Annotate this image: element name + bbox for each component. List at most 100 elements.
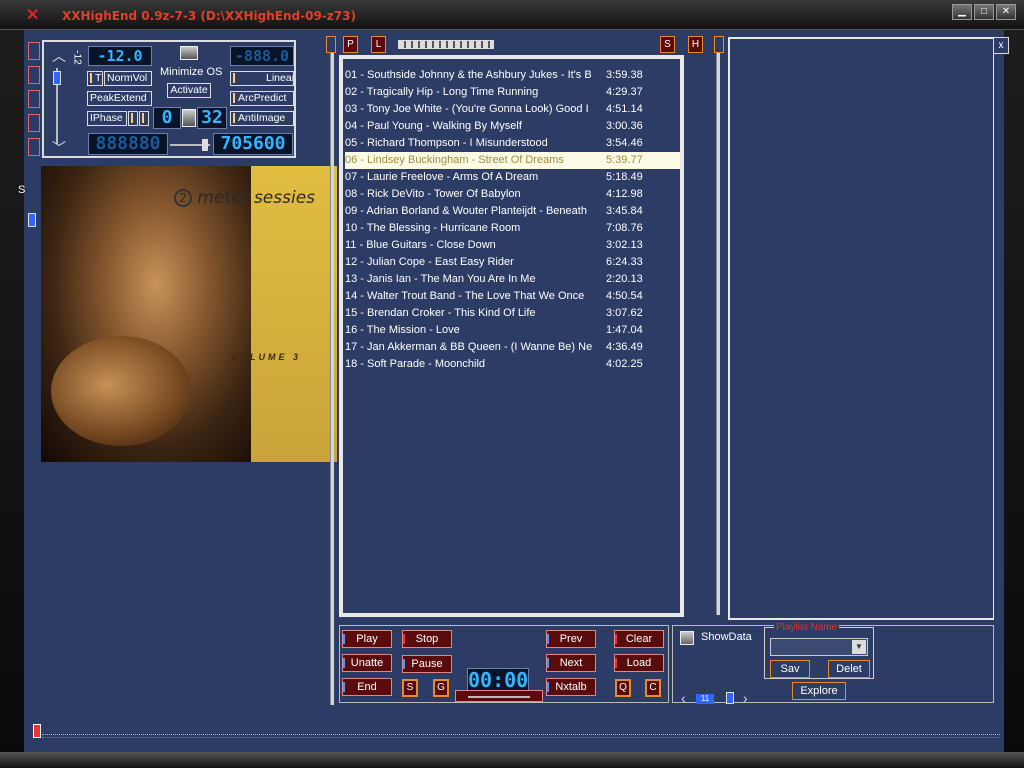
showdata-checkbox[interactable] (680, 631, 694, 645)
play-button[interactable]: Play (342, 630, 392, 648)
delete-button[interactable]: Delet (828, 660, 870, 678)
playlist-track-row[interactable]: 10 - The Blessing - Hurricane Room 7:08.7… (345, 220, 680, 237)
playlist-track-row[interactable]: 06 - Lindsey Buckingham - Street Of Drea… (345, 152, 680, 169)
playlist-track-row[interactable]: 08 - Rick DeVito - Tower Of Babylon 4:12.… (345, 186, 680, 203)
left-stub[interactable] (28, 90, 40, 108)
g-square-button[interactable]: G (433, 679, 449, 697)
seek-track[interactable] (42, 734, 1000, 738)
iphase-toggle[interactable]: IPhase (87, 111, 127, 126)
playlist-track-row[interactable]: 14 - Walter Trout Band - The Love That W… (345, 288, 680, 305)
chevron-left-icon[interactable]: ‹ (681, 690, 686, 706)
unattended-button[interactable]: Unatte (342, 654, 392, 672)
track-duration: 6:24.33 (606, 256, 643, 268)
track-duration: 3:45.84 (606, 205, 643, 217)
playlist-name-select[interactable]: ▼ (770, 638, 868, 656)
volume-slider[interactable]: ︿ ﹀ (50, 46, 66, 156)
left-splitter[interactable] (330, 40, 334, 705)
playlist-track-row[interactable]: 01 - Southside Johnny & the Ashbury Juke… (345, 67, 680, 84)
track-name: 09 - Adrian Borland & Wouter Planteijdt … (345, 205, 587, 217)
stop-button[interactable]: Stop (402, 630, 452, 648)
right-lcd-top: -888.0 (230, 46, 294, 66)
prev-button[interactable]: Prev (546, 630, 596, 648)
playlist-track-row[interactable]: 02 - Tragically Hip - Long Time Running 4… (345, 84, 680, 101)
explore-button[interactable]: Explore (792, 682, 846, 700)
buffer-slider-knob[interactable] (202, 139, 208, 151)
window-title: XXHighEnd 0.9z-7-3 (D:\XXHighEnd-09-z73) (62, 9, 356, 23)
linear-toggle[interactable]: Linear (230, 71, 294, 86)
playlist-track-row[interactable]: 15 - Brendan Croker - This Kind Of Life 3… (345, 305, 680, 322)
left-stub[interactable] (28, 138, 40, 156)
playlist-track-row[interactable]: 05 - Richard Thompson - I Misunderstood 3… (345, 135, 680, 152)
p-button[interactable]: P (343, 36, 358, 53)
close-icon[interactable]: ✕ (996, 4, 1016, 20)
track-name: 03 - Tony Joe White - (You're Gonna Look… (345, 103, 589, 115)
track-duration: 4:29.37 (606, 86, 643, 98)
track-name: 05 - Richard Thompson - I Misunderstood (345, 137, 548, 149)
minimize-icon[interactable]: ▁ (952, 4, 972, 20)
s-button[interactable]: S (660, 36, 675, 53)
chevron-up-icon[interactable]: ︿ (52, 46, 66, 66)
playlist-track-row[interactable]: 03 - Tony Joe White - (You're Gonna Look… (345, 101, 680, 118)
end-button[interactable]: End (342, 678, 392, 696)
playlist-track-row[interactable]: 11 - Blue Guitars - Close Down 3:02.13 (345, 237, 680, 254)
pause-button[interactable]: Pause (402, 655, 452, 673)
track-name: 07 - Laurie Freelove - Arms Of A Dream (345, 171, 539, 183)
normvol-toggle[interactable]: NormVol (104, 71, 152, 86)
window-bottom-border (0, 752, 1024, 768)
playlist-track-row[interactable]: 04 - Paul Young - Walking By Myself 3:00.… (345, 118, 680, 135)
t-toggle-label: T (95, 72, 102, 84)
antiimage-toggle[interactable]: AntiImage (230, 111, 294, 126)
chevron-down-icon[interactable]: ﹀ (52, 138, 66, 158)
maximize-icon[interactable]: □ (974, 4, 994, 20)
playlist-track-row[interactable]: 13 - Janis Ian - The Man You Are In Me 2:… (345, 271, 680, 288)
title-bar[interactable]: ✕ XXHighEnd 0.9z-7-3 (D:\XXHighEnd-09-z7… (0, 0, 1024, 30)
left-splitter-handle[interactable] (326, 36, 336, 53)
q-square-button[interactable]: Q (615, 679, 631, 697)
left-stub[interactable] (28, 114, 40, 132)
activate-button[interactable]: Activate (167, 83, 211, 98)
peakextend-toggle[interactable]: PeakExtend (87, 91, 152, 106)
s-square-button[interactable]: S (402, 679, 418, 697)
clear-button[interactable]: Clear (614, 630, 664, 648)
playlist-track-row[interactable]: 18 - Soft Parade - Moonchild 4:02.25 (345, 356, 680, 373)
playlist-track-row[interactable]: 12 - Julian Cope - East Easy Rider 6:24.3… (345, 254, 680, 271)
page-slider-knob[interactable] (726, 692, 734, 704)
info-panel (728, 37, 994, 620)
mid-toggle-box[interactable] (182, 109, 196, 127)
right-splitter[interactable] (716, 40, 720, 615)
playlist-track-row[interactable]: 07 - Laurie Freelove - Arms Of A Dream 5:… (345, 169, 680, 186)
right-splitter-handle[interactable] (714, 36, 724, 53)
track-duration: 3:02.13 (606, 239, 643, 251)
track-name: 08 - Rick DeVito - Tower Of Babylon (345, 188, 521, 200)
next-album-button[interactable]: Nxtalb (546, 678, 596, 696)
track-duration: 3:00.36 (606, 120, 643, 132)
track-duration: 3:54.46 (606, 137, 643, 149)
t-toggle[interactable]: T (87, 71, 103, 86)
arcpredict-toggle[interactable]: ArcPredict (230, 91, 294, 106)
phase-sub-toggle[interactable] (128, 111, 138, 126)
linear-label: Linear (266, 72, 294, 84)
load-button[interactable]: Load (614, 654, 664, 672)
playlist-track-row[interactable]: 09 - Adrian Borland & Wouter Planteijdt … (345, 203, 680, 220)
playlist-track-row[interactable]: 17 - Jan Akkerman & BB Queen - (I Wanne … (345, 339, 680, 356)
chevron-right-icon[interactable]: › (743, 690, 748, 706)
playlist-track-row[interactable]: 16 - The Mission - Love 1:47.04 (345, 322, 680, 339)
c-square-button[interactable]: C (645, 679, 661, 697)
close-panel-button[interactable]: x (993, 37, 1009, 54)
seek-knob[interactable] (33, 724, 41, 738)
left-slider-knob[interactable] (28, 213, 36, 227)
iphase-label: IPhase (90, 112, 123, 124)
album-art: 2 meter sessies VOLUME 3 (41, 166, 337, 462)
dropdown-arrow-icon[interactable]: ▼ (852, 640, 866, 654)
phase-sub-toggle[interactable] (139, 111, 149, 126)
l-button[interactable]: L (371, 36, 386, 53)
next-button[interactable]: Next (546, 654, 596, 672)
left-stub[interactable] (28, 66, 40, 84)
left-stub[interactable] (28, 42, 40, 60)
progress-strip (398, 40, 494, 49)
minimize-os-checkbox[interactable] (180, 46, 198, 60)
h-button[interactable]: H (688, 36, 703, 53)
volume-knob[interactable] (53, 71, 61, 85)
save-button[interactable]: Sav (770, 660, 810, 678)
peakextend-label: PeakExtend (90, 92, 147, 104)
